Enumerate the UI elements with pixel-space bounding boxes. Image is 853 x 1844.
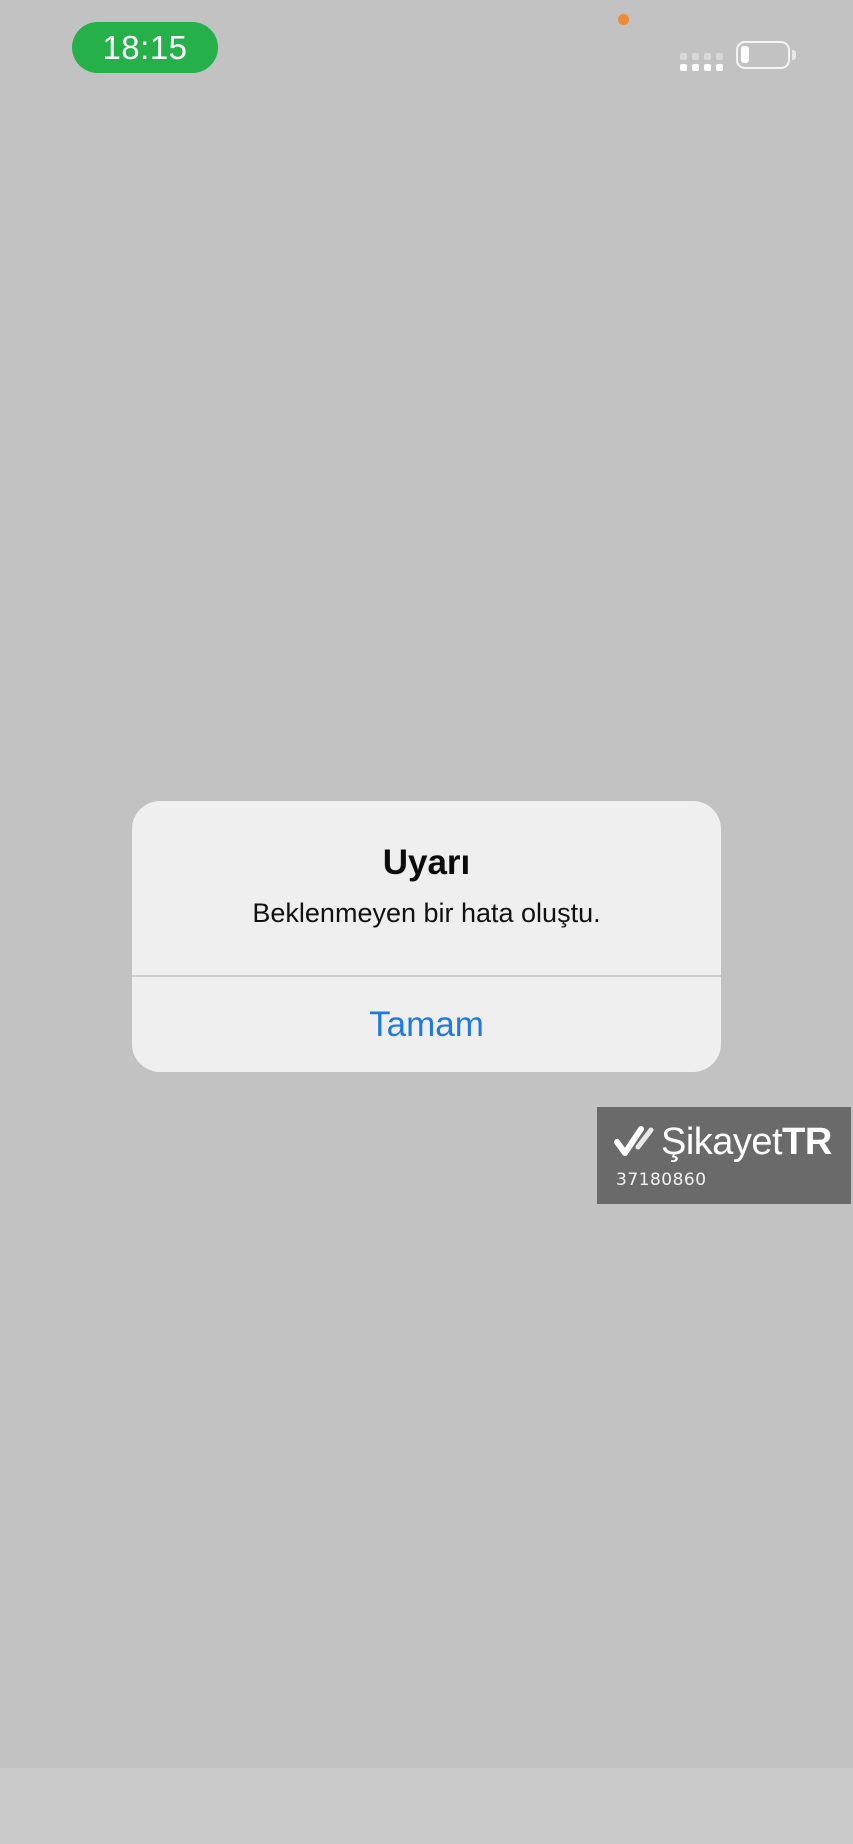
alert-title: Uyarı — [382, 843, 471, 882]
app-screen: 18:15 Uyarı Beklenmeyen bir hata oluştu.… — [0, 0, 853, 1844]
watermark-brand-suffix: TR — [782, 1121, 832, 1163]
battery-low-icon — [736, 41, 790, 69]
watermark-badge: ŞikayetTR 37180860 — [597, 1107, 851, 1204]
alert-message: Beklenmeyen bir hata oluştu. — [252, 898, 601, 928]
ok-button[interactable]: Tamam — [132, 977, 721, 1072]
status-time: 18:15 — [102, 28, 188, 66]
watermark-brand: ŞikayetTR — [661, 1121, 832, 1164]
privacy-indicator-dot — [618, 14, 629, 25]
battery-level-fill — [741, 46, 749, 63]
alert-dialog: Uyarı Beklenmeyen bir hata oluştu. Tamam — [132, 801, 721, 1072]
watermark-brand-prefix: Şikayet — [661, 1121, 783, 1163]
bottom-safe-area — [0, 1768, 853, 1844]
watermark-id: 37180860 — [616, 1170, 707, 1190]
battery-cap — [792, 50, 796, 60]
signal-bars-icon — [680, 53, 723, 71]
checkmark-logo-icon — [614, 1126, 654, 1156]
status-time-pill[interactable]: 18:15 — [72, 22, 218, 73]
